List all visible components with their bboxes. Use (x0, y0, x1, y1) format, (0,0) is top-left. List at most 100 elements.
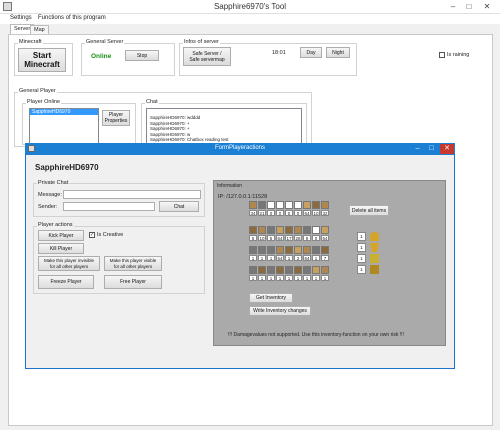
item-count[interactable]: 9 (303, 235, 311, 241)
armor-count-helmet[interactable]: 1 (357, 232, 366, 241)
inventory-slot[interactable] (276, 266, 284, 274)
item-count[interactable]: 7 (321, 255, 329, 261)
item-count[interactable]: 10 (312, 210, 320, 216)
armor-count-chest[interactable]: 1 (357, 243, 366, 252)
item-count[interactable]: 2 (294, 255, 302, 261)
item-count[interactable]: 5 (249, 235, 257, 241)
item-count[interactable]: 1 (258, 275, 266, 281)
chat-log[interactable]: SapphireHD6970: wdddd SapphireHD6970: + … (146, 108, 302, 144)
close-button[interactable]: ✕ (480, 1, 494, 12)
inventory-slot[interactable] (312, 201, 320, 209)
inventory-slot[interactable] (249, 201, 257, 209)
inventory-slot[interactable] (303, 226, 311, 234)
item-count[interactable]: 21 (258, 210, 266, 216)
sub-close-button[interactable]: ✕ (440, 144, 454, 154)
write-inventory-button[interactable]: Write Inventory changes (249, 306, 311, 316)
item-count[interactable]: 5 (267, 235, 275, 241)
inventory-slot[interactable] (249, 226, 257, 234)
inventory-slot[interactable] (303, 246, 311, 254)
inventory-slot[interactable] (303, 201, 311, 209)
item-count[interactable]: 1 (312, 255, 320, 261)
inventory-slot[interactable] (258, 246, 266, 254)
item-count[interactable]: 64 (321, 235, 329, 241)
inventory-slot[interactable] (285, 201, 293, 209)
inventory-slot[interactable] (285, 266, 293, 274)
item-count[interactable]: 0 (312, 235, 320, 241)
kill-player-button[interactable]: Kill Player (38, 243, 84, 254)
inventory-slot[interactable] (249, 246, 257, 254)
sub-maximize-button[interactable]: □ (425, 144, 438, 154)
inventory-slot[interactable] (267, 266, 275, 274)
make-invisible-button[interactable]: Make this player invisible for all other… (38, 256, 100, 271)
item-count[interactable]: 0 (285, 210, 293, 216)
minimize-button[interactable]: – (446, 1, 460, 12)
inventory-slot[interactable] (312, 266, 320, 274)
item-count[interactable]: 64 (276, 255, 284, 261)
delete-all-items-button[interactable]: Delete all items (349, 205, 389, 216)
kick-player-button[interactable]: Kick Player (38, 230, 84, 241)
inventory-slot[interactable] (312, 226, 320, 234)
item-count[interactable]: 64 (303, 255, 311, 261)
item-count[interactable]: 0 (267, 210, 275, 216)
armor-count-legs[interactable]: 1 (357, 254, 366, 263)
start-minecraft-button[interactable]: Start Minecraft (18, 48, 66, 72)
inventory-slot[interactable] (267, 226, 275, 234)
make-visible-button[interactable]: Make this player visible for all other p… (104, 256, 162, 271)
item-count[interactable]: 28 (294, 235, 302, 241)
item-count[interactable]: 1 (285, 275, 293, 281)
item-count[interactable]: 0 (276, 210, 284, 216)
item-count[interactable]: 34 (249, 210, 257, 216)
inventory-slot[interactable] (294, 266, 302, 274)
maximize-button[interactable]: □ (462, 1, 476, 12)
item-count[interactable]: 1 (294, 275, 302, 281)
item-count[interactable]: 64 (303, 210, 311, 216)
item-count[interactable]: 1 (321, 275, 329, 281)
inventory-slot[interactable] (249, 266, 257, 274)
inventory-slot[interactable] (294, 201, 302, 209)
item-count[interactable]: 1 (276, 275, 284, 281)
inventory-slot[interactable] (276, 226, 284, 234)
menu-settings[interactable]: Settings (10, 15, 32, 21)
inventory-slot[interactable] (285, 226, 293, 234)
inventory-slot[interactable] (321, 201, 329, 209)
chat-button[interactable]: Chat (159, 201, 199, 212)
item-count[interactable]: 1 (258, 255, 266, 261)
inventory-slot[interactable] (258, 201, 266, 209)
inventory-slot[interactable] (321, 246, 329, 254)
inventory-slot[interactable] (276, 246, 284, 254)
item-count[interactable]: 64 (276, 235, 284, 241)
item-count[interactable]: 1 (267, 255, 275, 261)
freeze-player-button[interactable]: Freeze Player (38, 275, 94, 289)
inventory-slot[interactable] (285, 246, 293, 254)
inventory-slot[interactable] (294, 226, 302, 234)
menu-functions[interactable]: Functions of this program (38, 15, 106, 21)
inventory-slot[interactable] (267, 246, 275, 254)
night-button[interactable]: Night (326, 47, 350, 58)
inventory-slot[interactable] (258, 266, 266, 274)
item-count[interactable]: 1 (303, 275, 311, 281)
inventory-slot[interactable] (267, 201, 275, 209)
day-button[interactable]: Day (300, 47, 322, 58)
inventory-slot[interactable] (294, 246, 302, 254)
item-count[interactable]: 32 (321, 210, 329, 216)
inventory-slot[interactable] (303, 266, 311, 274)
sender-input[interactable] (63, 202, 155, 211)
free-player-button[interactable]: Free Player (104, 275, 162, 289)
inventory-slot[interactable] (258, 226, 266, 234)
inventory-slot[interactable] (321, 266, 329, 274)
stop-button[interactable]: Stop (125, 50, 159, 61)
item-count[interactable]: 0 (294, 210, 302, 216)
is-raining-checkbox[interactable] (439, 52, 445, 58)
inventory-slot[interactable] (312, 246, 320, 254)
get-inventory-button[interactable]: Get Inventory (249, 293, 293, 303)
item-count[interactable]: 1 (267, 275, 275, 281)
inventory-slot[interactable] (276, 201, 284, 209)
item-count[interactable]: 10 (258, 235, 266, 241)
item-count[interactable]: 1 (312, 275, 320, 281)
is-creative-checkbox[interactable]: ✓ (89, 232, 95, 238)
item-count[interactable]: 1 (249, 275, 257, 281)
player-list-item[interactable]: SapphireHD6970 (30, 109, 98, 115)
safe-server-button[interactable]: Safe Server / Safe servermap (183, 47, 231, 66)
player-properties-button[interactable]: Player Properties (102, 110, 130, 126)
armor-count-boots[interactable]: 1 (357, 265, 366, 274)
